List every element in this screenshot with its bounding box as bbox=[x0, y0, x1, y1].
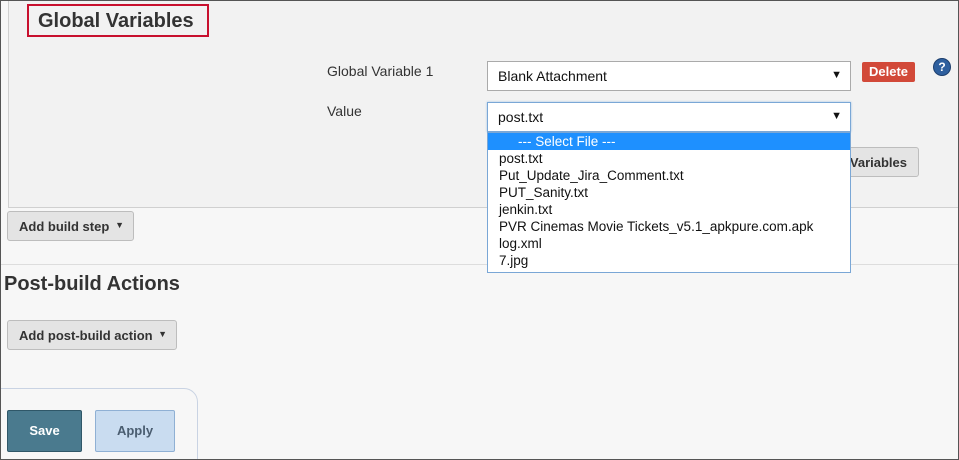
value-label: Value bbox=[327, 103, 362, 119]
global-variable-select[interactable]: Blank Attachment ▼ bbox=[487, 61, 851, 91]
global-variables-title: Global Variables bbox=[38, 10, 194, 32]
global-variable-label: Global Variable 1 bbox=[327, 63, 434, 79]
global-variable-select-value: Blank Attachment bbox=[498, 68, 607, 84]
add-build-step-label: Add build step bbox=[19, 219, 110, 234]
value-select-value: post.txt bbox=[498, 109, 544, 125]
caret-down-icon: ▼ bbox=[115, 220, 124, 230]
apply-button[interactable]: Apply bbox=[95, 410, 175, 452]
caret-down-icon: ▼ bbox=[158, 329, 167, 339]
dropdown-option[interactable]: --- Select File --- bbox=[488, 133, 850, 150]
dropdown-option[interactable]: PUT_Sanity.txt bbox=[488, 184, 850, 201]
dropdown-option[interactable]: Put_Update_Jira_Comment.txt bbox=[488, 167, 850, 184]
value-dropdown-list[interactable]: --- Select File --- post.txt Put_Update_… bbox=[487, 132, 851, 273]
dropdown-option[interactable]: jenkin.txt bbox=[488, 201, 850, 218]
add-global-variables-label: Variables bbox=[849, 155, 907, 170]
help-icon[interactable]: ? bbox=[933, 58, 951, 76]
post-build-actions-title: Post-build Actions bbox=[4, 273, 180, 295]
dropdown-option[interactable]: post.txt bbox=[488, 150, 850, 167]
global-variables-title-highlight: Global Variables bbox=[27, 4, 209, 37]
dropdown-option[interactable]: 7.jpg bbox=[488, 252, 850, 269]
jenkins-config-frame: Global Variables Global Variable 1 Blank… bbox=[0, 0, 959, 460]
delete-button[interactable]: Delete bbox=[862, 62, 915, 82]
dropdown-option[interactable]: log.xml bbox=[488, 235, 850, 252]
chevron-down-icon: ▼ bbox=[831, 110, 842, 122]
add-build-step-button[interactable]: Add build step ▼ bbox=[7, 211, 134, 241]
chevron-down-icon: ▼ bbox=[831, 69, 842, 81]
value-select[interactable]: post.txt ▼ bbox=[487, 102, 851, 132]
dropdown-option[interactable]: PVR Cinemas Movie Tickets_v5.1_apkpure.c… bbox=[488, 218, 850, 235]
save-button[interactable]: Save bbox=[7, 410, 82, 452]
add-post-build-action-button[interactable]: Add post-build action ▼ bbox=[7, 320, 177, 350]
add-post-build-action-label: Add post-build action bbox=[19, 328, 153, 343]
